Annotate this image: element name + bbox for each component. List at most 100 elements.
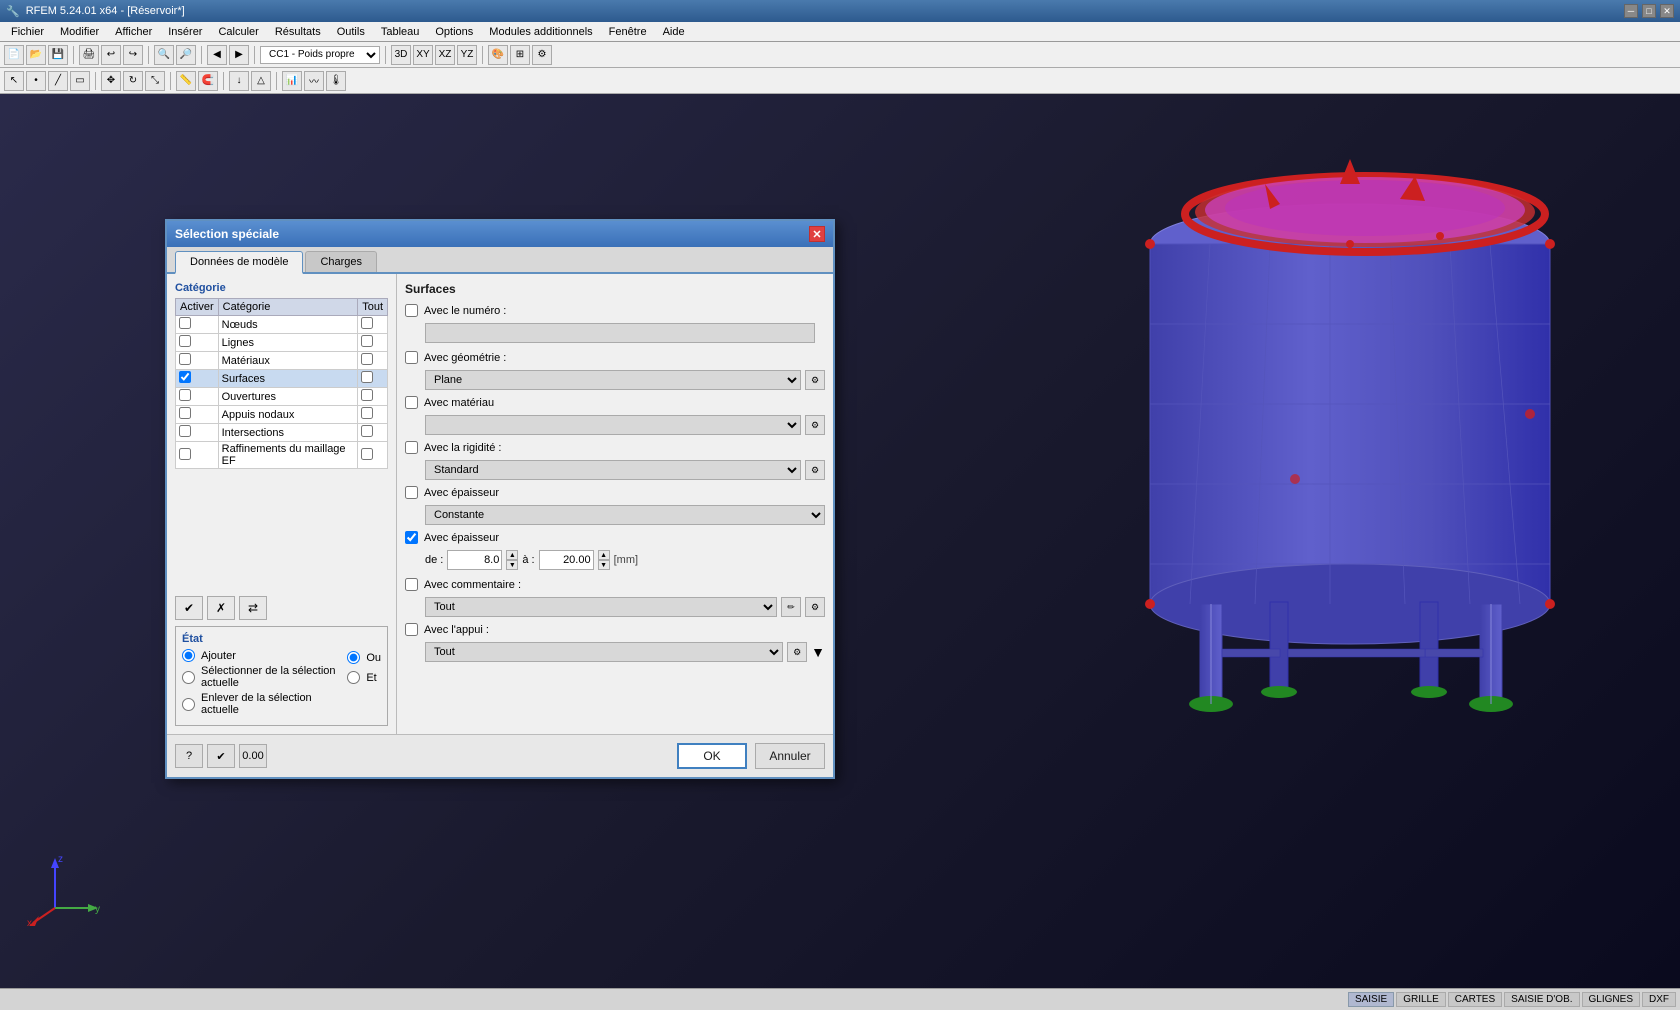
menu-tableau[interactable]: Tableau [374,23,427,41]
select-all-button[interactable]: ✔ [175,596,203,620]
radio-enlever[interactable] [182,698,195,711]
close-button[interactable]: ✕ [1660,4,1674,18]
range-from-input[interactable] [447,550,502,570]
view-xz[interactable]: XZ [435,45,455,65]
undo-button[interactable]: ↩ [101,45,121,65]
node-btn[interactable]: • [26,71,46,91]
tout-ouvertures[interactable] [361,389,373,401]
materiau-combo-btn[interactable]: ⚙ [805,415,825,435]
menu-afficher[interactable]: Afficher [108,23,159,41]
check-materiaux[interactable] [179,353,191,365]
minimize-button[interactable]: ─ [1624,4,1638,18]
tout-raffinements[interactable] [361,448,373,460]
check-intersections[interactable] [179,425,191,437]
menu-calculer[interactable]: Calculer [211,23,265,41]
main-viewport[interactable]: z y x Sélection spéciale ✕ Données de mo… [0,94,1680,988]
radio-et[interactable] [347,671,360,684]
tout-appuis[interactable] [361,407,373,419]
zoom-out-button[interactable]: 🔎 [176,45,196,65]
menu-options[interactable]: Options [428,23,480,41]
geometrie-combo-btn[interactable]: ⚙ [805,370,825,390]
tout-noeuds[interactable] [361,317,373,329]
print-button[interactable]: 🖨 [79,45,99,65]
stress-btn[interactable]: 🌡 [326,71,346,91]
combo-commentaire[interactable]: Tout [425,597,777,617]
view-3d[interactable]: 3D [391,45,411,65]
ok-button[interactable]: OK [677,743,747,769]
load-btn[interactable]: ↓ [229,71,249,91]
load-case-combo[interactable]: CC1 - Poids propre [260,46,380,64]
radio-ajouter[interactable] [182,649,195,662]
rotate-btn[interactable]: ↻ [123,71,143,91]
combo-geometrie[interactable]: Plane [425,370,801,390]
nav-next[interactable]: ▶ [229,45,249,65]
check-raffinements[interactable] [179,448,191,460]
line-btn[interactable]: ╱ [48,71,68,91]
check-epaisseur1[interactable] [405,486,418,499]
deselect-button[interactable]: ✗ [207,596,235,620]
view-xy[interactable]: XY [413,45,433,65]
status-cartes[interactable]: CARTES [1448,992,1502,1007]
tab-donnees-modele[interactable]: Données de modèle [175,251,303,274]
measure-btn[interactable]: 📏 [176,71,196,91]
cancel-button[interactable]: Annuler [755,743,825,769]
check-noeuds[interactable] [179,317,191,329]
input-numero[interactable] [425,323,815,343]
combo-appui[interactable]: Tout [425,642,783,662]
zoom-in-button[interactable]: 🔍 [154,45,174,65]
invert-button[interactable]: ⇄ [239,596,267,620]
tout-lignes[interactable] [361,335,373,347]
radio-ou[interactable] [347,651,360,664]
help-button[interactable]: ? [175,744,203,768]
settings-btn[interactable]: ⚙ [532,45,552,65]
open-button[interactable]: 📂 [26,45,46,65]
check-appuis[interactable] [179,407,191,419]
check-materiau[interactable] [405,396,418,409]
snap-btn[interactable]: 🧲 [198,71,218,91]
commentaire-settings-btn[interactable]: ⚙ [805,597,825,617]
status-saisie-ob[interactable]: SAISIE D'OB. [1504,992,1579,1007]
tout-intersections[interactable] [361,425,373,437]
grid-btn[interactable]: ⊞ [510,45,530,65]
save-button[interactable]: 💾 [48,45,68,65]
menu-inserer[interactable]: Insérer [161,23,209,41]
combo-rigidite[interactable]: Standard [425,460,801,480]
menu-resultats[interactable]: Résultats [268,23,328,41]
tout-surfaces[interactable] [361,371,373,383]
rigidite-combo-btn[interactable]: ⚙ [805,460,825,480]
check-lignes[interactable] [179,335,191,347]
tab-charges[interactable]: Charges [305,251,377,272]
nav-prev[interactable]: ◀ [207,45,227,65]
menu-outils[interactable]: Outils [330,23,372,41]
tout-materiaux[interactable] [361,353,373,365]
combo-epaisseur1[interactable]: Constante [425,505,825,525]
status-grille[interactable]: GRILLE [1396,992,1446,1007]
status-dxf[interactable]: DXF [1642,992,1676,1007]
check-surfaces[interactable] [179,371,191,383]
menu-aide[interactable]: Aide [656,23,692,41]
status-saisie[interactable]: SAISIE [1348,992,1394,1007]
check-commentaire[interactable] [405,578,418,591]
value-button[interactable]: 0.00 [239,744,267,768]
check-ouvertures[interactable] [179,389,191,401]
range-to-input[interactable] [539,550,594,570]
appui-settings-btn[interactable]: ⚙ [787,642,807,662]
menu-fichier[interactable]: Fichier [4,23,51,41]
spin-from-up[interactable]: ▲ [506,550,518,560]
new-button[interactable]: 📄 [4,45,24,65]
move-btn[interactable]: ✥ [101,71,121,91]
support-btn[interactable]: △ [251,71,271,91]
3d-viewport[interactable]: z y x Sélection spéciale ✕ Données de mo… [0,94,1680,988]
scale-btn[interactable]: ⤡ [145,71,165,91]
check-appui[interactable] [405,623,418,636]
surface-btn[interactable]: ▭ [70,71,90,91]
view-yz[interactable]: YZ [457,45,477,65]
spin-from-down[interactable]: ▼ [506,560,518,570]
maximize-button[interactable]: □ [1642,4,1656,18]
radio-sel[interactable] [182,671,195,684]
dialog-close-button[interactable]: ✕ [809,226,825,242]
redo-button[interactable]: ↪ [123,45,143,65]
menu-fenetre[interactable]: Fenêtre [602,23,654,41]
commentaire-edit-btn[interactable]: ✏ [781,597,801,617]
status-glignes[interactable]: GLIGNES [1582,992,1640,1007]
